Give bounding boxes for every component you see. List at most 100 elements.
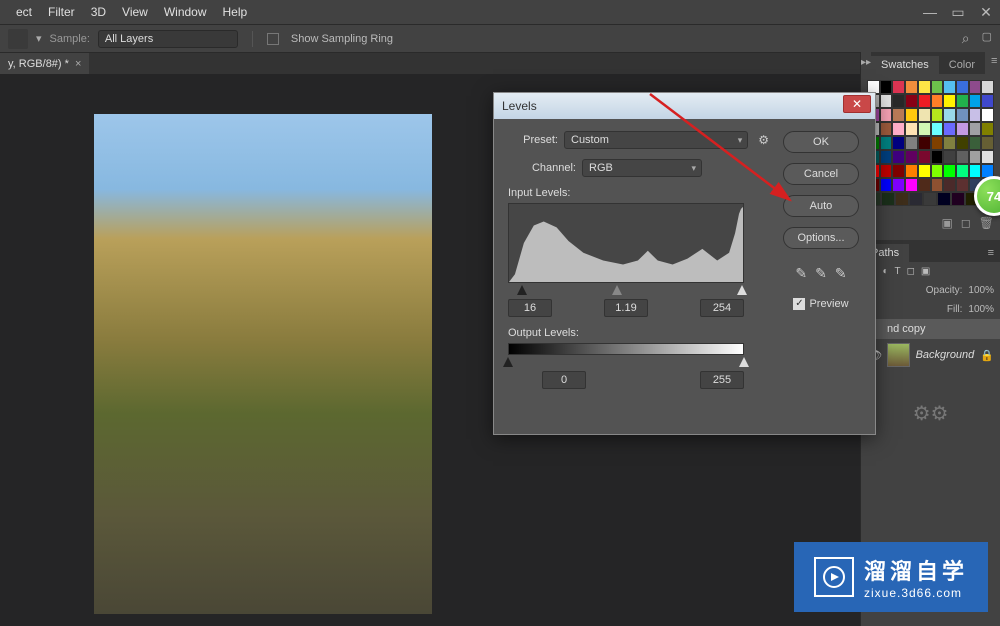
menu-item[interactable]: View (114, 5, 156, 19)
filter-adjust-icon[interactable]: ◐ (882, 266, 888, 277)
swatch-cell[interactable] (931, 108, 944, 122)
close-tab-icon[interactable]: × (75, 58, 81, 70)
swatch-cell[interactable] (892, 94, 905, 108)
auto-button[interactable]: Auto (783, 195, 859, 217)
swatch-cell[interactable] (931, 178, 944, 192)
swatch-cell[interactable] (969, 80, 982, 94)
swatch-cell[interactable] (969, 164, 982, 178)
swatch-cell[interactable] (918, 80, 931, 94)
swatch-cell[interactable] (918, 108, 931, 122)
swatch-cell[interactable] (892, 122, 905, 136)
panel-icon[interactable]: ▸▸ (861, 52, 871, 74)
input-white-handle[interactable] (737, 285, 747, 295)
swatch-cell[interactable] (956, 122, 969, 136)
close-button[interactable]: ✕ (972, 0, 1000, 24)
dialog-close-button[interactable]: ✕ (843, 95, 871, 113)
swatch-cell[interactable] (880, 94, 893, 108)
swatch-cell[interactable] (981, 122, 994, 136)
swatch-cell[interactable] (981, 108, 994, 122)
layer-row[interactable]: 👁 Background 🔒 (861, 339, 1000, 371)
swatch-cell[interactable] (880, 136, 893, 150)
ok-button[interactable]: OK (783, 131, 859, 153)
menu-item[interactable]: ect (8, 5, 40, 19)
minimize-button[interactable]: — (916, 0, 944, 24)
swatch-cell[interactable] (892, 80, 905, 94)
preview-checkbox[interactable]: ✓ (793, 298, 805, 310)
swatches-tab[interactable]: Swatches (871, 56, 939, 74)
layer-row[interactable]: nd copy (861, 319, 1000, 339)
swatch-cell[interactable] (943, 122, 956, 136)
gray-eyedropper-icon[interactable]: ✎ (815, 265, 827, 282)
show-sampling-checkbox[interactable] (267, 33, 279, 45)
swatch-cell[interactable] (892, 178, 905, 192)
swatch-cell[interactable] (895, 192, 909, 206)
swatch-cell[interactable] (931, 164, 944, 178)
search-icon[interactable]: ⌕ (962, 30, 970, 47)
swatch-cell[interactable] (956, 164, 969, 178)
swatch-cell[interactable] (937, 192, 951, 206)
swatch-cell[interactable] (918, 136, 931, 150)
layers-menu-icon[interactable]: ≡ (982, 244, 1000, 262)
swatch-cell[interactable] (951, 192, 965, 206)
menu-item[interactable]: Window (156, 5, 215, 19)
swatch-cell[interactable] (918, 122, 931, 136)
channel-dropdown[interactable]: RGB (582, 159, 702, 177)
sample-dropdown[interactable]: All Layers (98, 30, 238, 48)
swatch-cell[interactable] (931, 94, 944, 108)
swatch-cell[interactable] (969, 136, 982, 150)
swatch-cell[interactable] (880, 108, 893, 122)
swatch-cell[interactable] (918, 178, 931, 192)
histogram[interactable] (508, 203, 744, 283)
swatch-cell[interactable] (923, 192, 937, 206)
swatch-cell[interactable] (918, 94, 931, 108)
preset-menu-icon[interactable]: ⚙ (758, 133, 769, 147)
swatch-cell[interactable] (880, 80, 893, 94)
swatch-cell[interactable] (981, 150, 994, 164)
swatch-cell[interactable] (909, 192, 923, 206)
output-white-handle[interactable] (739, 357, 749, 367)
swatch-cell[interactable] (880, 164, 893, 178)
swatch-cell[interactable] (931, 122, 944, 136)
output-black-handle[interactable] (503, 357, 513, 367)
swatch-cell[interactable] (969, 94, 982, 108)
swatch-delete-icon[interactable]: 🗑 (979, 216, 994, 230)
swatch-cell[interactable] (905, 150, 918, 164)
cancel-button[interactable]: Cancel (783, 163, 859, 185)
swatch-cell[interactable] (905, 108, 918, 122)
output-slider-track[interactable] (508, 357, 744, 367)
swatch-cell[interactable] (943, 80, 956, 94)
swatch-cell[interactable] (905, 94, 918, 108)
swatch-cell[interactable] (905, 178, 918, 192)
maximize-button[interactable]: ▭ (944, 0, 972, 24)
swatch-cell[interactable] (943, 94, 956, 108)
swatch-cell[interactable] (905, 164, 918, 178)
menu-item[interactable]: Filter (40, 5, 83, 19)
output-black-field[interactable] (542, 371, 586, 389)
swatch-cell[interactable] (880, 122, 893, 136)
swatch-new-icon[interactable]: ◻ (961, 216, 971, 230)
document-canvas[interactable] (94, 114, 432, 614)
swatch-cell[interactable] (981, 94, 994, 108)
swatch-cell[interactable] (956, 150, 969, 164)
swatch-cell[interactable] (880, 150, 893, 164)
swatch-cell[interactable] (931, 136, 944, 150)
swatch-cell[interactable] (956, 80, 969, 94)
swatch-cell[interactable] (880, 178, 893, 192)
input-white-field[interactable] (700, 299, 744, 317)
screen-mode-icon[interactable]: ▢ (982, 30, 992, 47)
swatch-cell[interactable] (931, 80, 944, 94)
swatch-cell[interactable] (905, 80, 918, 94)
panel-menu-icon[interactable]: ≡ (985, 52, 1000, 74)
opacity-value[interactable]: 100% (968, 285, 994, 296)
preset-dropdown[interactable]: Custom (564, 131, 748, 149)
swatch-cell[interactable] (892, 150, 905, 164)
black-eyedropper-icon[interactable]: ✎ (795, 265, 807, 282)
swatch-cell[interactable] (892, 136, 905, 150)
swatch-cell[interactable] (943, 136, 956, 150)
tool-preset-icon[interactable] (8, 29, 28, 49)
output-gradient[interactable] (508, 343, 744, 355)
swatch-cell[interactable] (943, 164, 956, 178)
swatch-cell[interactable] (956, 94, 969, 108)
swatch-cell[interactable] (892, 108, 905, 122)
swatch-cell[interactable] (969, 122, 982, 136)
